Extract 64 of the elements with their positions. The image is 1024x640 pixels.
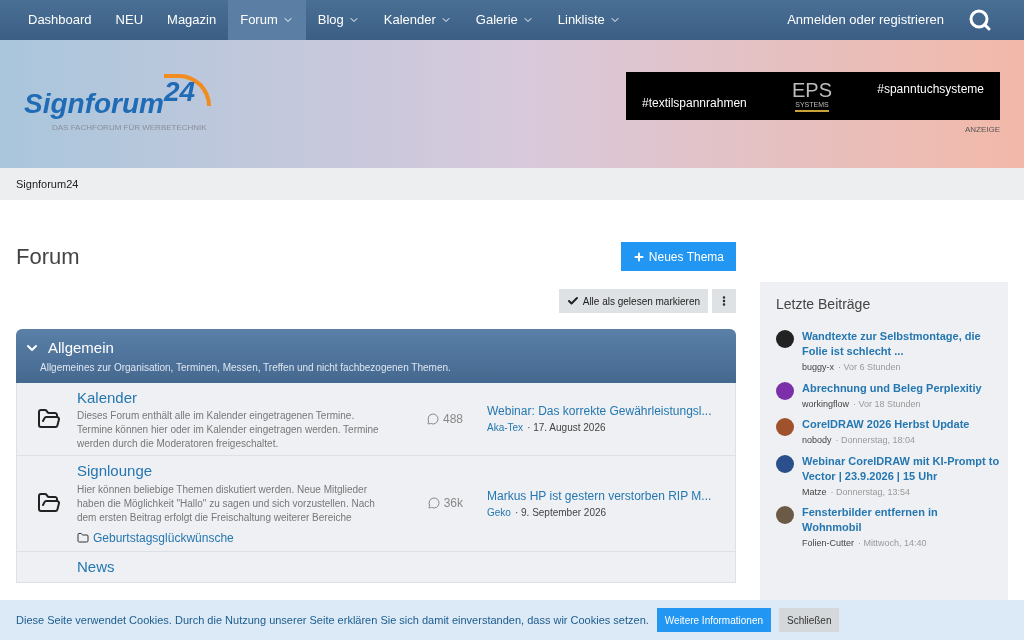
post-author: Matze — [802, 485, 827, 499]
plus-icon — [632, 250, 645, 263]
forum-title[interactable]: Kalender — [77, 386, 387, 409]
more-options-button[interactable] — [712, 289, 736, 313]
ad-hashtag: #spanntuchsysteme — [877, 81, 984, 98]
forum-title[interactable]: Signlounge — [77, 460, 387, 483]
forum-description: Hier können beliebige Themen diskutiert werden. Neue Mitglieder haben die Möglichkeit "Hallo" zu sagen und sich vorzustellen. Nach dem ersten Beitrag erfolgt die Freischaltung weiterer Bereiche — [77, 482, 376, 525]
post-count: 36k — [443, 495, 463, 513]
post-time: · Vor 18 Stunden — [853, 397, 921, 411]
nav-tab[interactable]: Galerie — [463, 0, 546, 40]
author-link[interactable]: Aka-Tex — [487, 420, 524, 436]
nav-tab[interactable]: Linkliste — [545, 0, 633, 40]
category-description: Allgemeines zur Organisation, Terminen, Messen, Treffen und nicht fachbezogenen Themen. — [40, 360, 452, 375]
post-author: nobody — [802, 434, 832, 447]
author-link[interactable]: Geko — [487, 504, 511, 520]
subforum-link[interactable]: Geburtstagsglückwünsche — [77, 528, 387, 547]
sidebar-title: Letzte Beiträge — [776, 295, 872, 314]
nav-tab[interactable]: Forum — [228, 0, 306, 40]
logo-number: 24 — [164, 74, 212, 106]
search-icon[interactable] — [968, 8, 992, 32]
nav-tab[interactable]: Blog — [305, 0, 372, 40]
speech-bubble-icon — [427, 497, 440, 510]
post-title-link[interactable]: Abrechnung und Beleg Perplexitiy — [802, 380, 982, 396]
logo-wordmark: Signforum — [24, 90, 164, 118]
post-author: Folien-Cutter — [802, 537, 855, 550]
category-title: Allgemein — [48, 338, 114, 358]
mark-read-button[interactable]: Alle als gelesen markieren — [558, 289, 708, 313]
close-button[interactable]: Schließen — [779, 608, 840, 632]
page-title: Forum — [16, 243, 80, 271]
post-title-link[interactable]: Webinar CorelDRAW mit KI-Prompt to Vector | 23.9.2026 | 15 Uhr — [802, 453, 1000, 484]
latest-post-link[interactable]: Webinar: Das korrekte Gewährleistungsl... — [487, 402, 715, 421]
post-title-link[interactable]: Fensterbilder entfernen in Wohnmobil — [802, 505, 1000, 535]
ad-hashtag: #textilspannrahmen — [642, 95, 747, 112]
latest-post-link[interactable]: Markus HP ist gestern verstorben RIP M... — [487, 486, 715, 505]
post-count: 488 — [442, 410, 463, 428]
nav-tab[interactable]: Magazin — [155, 0, 229, 40]
nav-tab[interactable]: Kalender — [371, 0, 464, 40]
nav-tab[interactable]: NEU — [103, 0, 156, 40]
cookie-notice-text: Diese Seite verwendet Cookies. Durch die Nutzung unserer Seite erklären Sie sich damit einverstanden, dass wir Cookies setzen. — [16, 612, 649, 628]
speech-bubble-icon — [426, 412, 439, 425]
post-author: buggy-x — [802, 361, 835, 374]
login-link[interactable]: Anmelden oder registrieren — [787, 10, 944, 30]
post-time: · Mittwoch, 14:40 — [858, 537, 927, 550]
post-date: · 17. August 2026 — [527, 421, 606, 436]
nav-tab[interactable]: Dashboard — [16, 0, 104, 40]
more-info-button[interactable]: Weitere Informationen — [656, 608, 771, 632]
post-time: · Vor 6 Stunden — [838, 361, 901, 374]
category-header[interactable]: Allgemein Allgemeines zur Organisation, Terminen, Messen, Treffen und nicht fachbezogenen Themen. — [16, 329, 736, 383]
folder-icon — [77, 531, 89, 544]
post-time: · Donnerstag, 13:54 — [830, 485, 911, 499]
logo-tagline: DAS FACHFORUM FÜR WERBETECHNIK — [52, 122, 208, 134]
ad-label: ANZEIGE — [964, 124, 1000, 136]
ad-brand-logo: EPS — [792, 79, 832, 100]
forum-title[interactable]: News — [77, 555, 387, 578]
check-icon — [566, 295, 579, 307]
post-author: workingflow — [802, 397, 850, 411]
new-thread-button[interactable]: Neues Thema — [620, 242, 736, 271]
folder-icon — [37, 406, 61, 431]
post-date: · 9. September 2026 — [514, 505, 607, 520]
breadcrumb-link[interactable]: Signforum24 — [16, 175, 79, 193]
forum-description: Dieses Forum enthält alle im Kalender eingetragenen Termine. Termine können hier oder im Kalender eingetragen werden. Termine werden durch die Moderatoren freigeschaltet. — [77, 409, 380, 451]
post-time: · Donnerstag, 18:04 — [835, 434, 916, 447]
post-title-link[interactable]: Wandtexte zur Selbstmontage, die Folie ist schlecht ... — [802, 329, 1000, 359]
post-title-link[interactable]: CorelDRAW 2026 Herbst Update — [802, 417, 970, 432]
